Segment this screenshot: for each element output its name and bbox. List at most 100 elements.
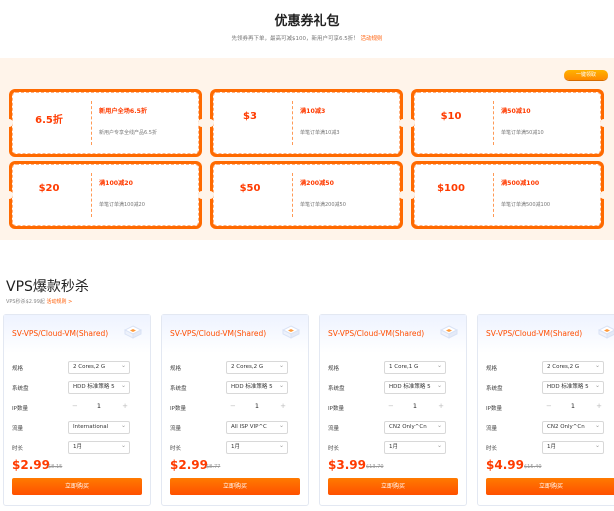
ip-label: IP数量: [486, 406, 502, 412]
disk-label: 系统盘: [486, 386, 503, 392]
ip-stepper: −1 +: [68, 401, 130, 414]
spec-select[interactable]: 2 Cores,2 G: [226, 361, 288, 374]
original-price: $8.77: [206, 464, 221, 470]
server-cube-icon: [440, 325, 458, 339]
traffic-row: 流量 CN2 Only^Cn: [328, 421, 458, 435]
ip-count[interactable]: 1: [542, 402, 604, 410]
product-card: SV-VPS/Cloud-VM(Shared) 规格 2 Cores,2 G 系统…: [477, 314, 614, 506]
coupon-divider: [493, 101, 494, 145]
vps-rules-link[interactable]: 活动规则 >: [47, 299, 73, 305]
coupon-card[interactable]: $10 满50减10 单笔订单满50减10: [407, 89, 608, 157]
duration-select[interactable]: 1月: [226, 441, 288, 454]
traffic-select[interactable]: CN2 Only^Cn: [542, 421, 604, 434]
ip-label: IP数量: [328, 406, 344, 412]
coupon-title: 满50减10: [501, 108, 531, 115]
hero-rules-link[interactable]: 活动规则: [360, 36, 382, 42]
coupon-title: 满100减20: [99, 180, 133, 187]
plus-icon[interactable]: +: [596, 402, 602, 410]
coupon-inner: [414, 164, 601, 226]
coupon-amount: $10: [440, 111, 462, 122]
product-card: SV-VPS/Cloud-VM(Shared) 规格 2 Cores,2 G 系统…: [161, 314, 309, 506]
coupon-card[interactable]: $3 满10减3 单笔订单满10减3: [206, 89, 407, 157]
spec-select[interactable]: 2 Cores,2 G: [542, 361, 604, 374]
ip-row: IP数量 −1 +: [328, 401, 458, 415]
duration-label: 时长: [328, 446, 340, 452]
traffic-select[interactable]: International: [68, 421, 130, 434]
spec-label: 规格: [486, 366, 498, 372]
ip-count[interactable]: 1: [226, 402, 288, 410]
server-cube-icon: [598, 325, 614, 339]
ip-row: IP数量 −1 +: [12, 401, 142, 415]
coupon-card[interactable]: $50 满200减50 单笔订单满200减50: [206, 161, 407, 229]
coupon-inner: [414, 92, 601, 154]
product-name: SV-VPS/Cloud-VM(Shared): [12, 329, 109, 338]
duration-select[interactable]: 1月: [542, 441, 604, 454]
coupon-desc: 单笔订单满50减10: [501, 130, 544, 136]
ip-row: IP数量 −1 +: [486, 401, 614, 415]
coupon-desc: 单笔订单满10减3: [300, 130, 340, 136]
vps-section-subtitle-text: VPS秒杀$2.99起: [6, 299, 45, 305]
hero-subtitle-text: 先领券再下单，最高可减$100，新用户可享6.5折！: [231, 36, 359, 42]
coupon-amount: $50: [239, 183, 261, 194]
original-price: $13.70: [366, 464, 384, 470]
disk-row: 系统盘 HDD 标准策略 5: [12, 381, 142, 395]
duration-select[interactable]: 1月: [384, 441, 446, 454]
spec-label: 规格: [170, 366, 182, 372]
buy-now-button[interactable]: 立即购买: [12, 478, 142, 495]
spec-label: 规格: [328, 366, 340, 372]
coupon-card[interactable]: $20 满100减20 单笔订单满100减20: [5, 161, 206, 229]
plus-icon[interactable]: +: [122, 402, 128, 410]
price: $3.99: [328, 458, 366, 472]
traffic-row: 流量 International: [12, 421, 142, 435]
coupon-notch: [198, 119, 206, 127]
disk-select[interactable]: HDD 标准策略 5: [384, 381, 446, 394]
coupon-notch: [399, 191, 407, 199]
duration-row: 时长 1月: [170, 441, 300, 455]
spec-select[interactable]: 2 Cores,2 G: [68, 361, 130, 374]
disk-select[interactable]: HDD 标准策略 5: [542, 381, 604, 394]
traffic-select[interactable]: CN2 Only^Cn: [384, 421, 446, 434]
disk-row: 系统盘 HDD 标准策略 5: [170, 381, 300, 395]
coupon-card[interactable]: 6.5折 新用户全场6.5折 新用户专享全线产品6.5折: [5, 89, 206, 157]
plus-icon[interactable]: +: [438, 402, 444, 410]
duration-label: 时长: [12, 446, 24, 452]
coupon-inner: [213, 164, 400, 226]
original-price: $15.40: [524, 464, 542, 470]
hero-title: 优惠券礼包: [274, 14, 340, 29]
plus-icon[interactable]: +: [280, 402, 286, 410]
spec-select[interactable]: 1 Core,1 G: [384, 361, 446, 374]
coupon-area: 一键领取 6.5折 新用户全场6.5折 新用户专享全线产品6.5折 $3 满10…: [0, 58, 614, 240]
buy-now-button[interactable]: 立即购买: [170, 478, 300, 495]
ip-stepper: −1 +: [384, 401, 446, 414]
ip-row: IP数量 −1 +: [170, 401, 300, 415]
disk-row: 系统盘 HDD 标准策略 5: [486, 381, 614, 395]
product-name: SV-VPS/Cloud-VM(Shared): [170, 329, 267, 338]
price: $2.99: [170, 458, 208, 472]
coupon-card[interactable]: $100 满500减100 单笔订单满500减100: [407, 161, 608, 229]
coupon-desc: 单笔订单满200减50: [300, 202, 346, 208]
coupon-divider: [292, 173, 293, 217]
coupon-desc: 单笔订单满100减20: [99, 202, 145, 208]
buy-now-button[interactable]: 立即购买: [328, 478, 458, 495]
duration-select[interactable]: 1月: [68, 441, 130, 454]
disk-select[interactable]: HDD 标准策略 5: [226, 381, 288, 394]
coupon-title: 满500减100: [501, 180, 540, 187]
ip-count[interactable]: 1: [384, 402, 446, 410]
traffic-row: 流量 All ISP VIP^C: [170, 421, 300, 435]
traffic-row: 流量 CN2 Only^Cn: [486, 421, 614, 435]
traffic-select[interactable]: All ISP VIP^C: [226, 421, 288, 434]
buy-now-button[interactable]: 立即购买: [486, 478, 614, 495]
ip-label: IP数量: [170, 406, 186, 412]
traffic-label: 流量: [170, 426, 182, 432]
vps-section-title: VPS爆款秒杀: [6, 279, 89, 295]
ip-count[interactable]: 1: [68, 402, 130, 410]
claim-all-button[interactable]: 一键领取: [564, 70, 608, 80]
coupon-divider: [493, 173, 494, 217]
ip-stepper: −1 +: [542, 401, 604, 414]
coupon-desc: 单笔订单满500减100: [501, 202, 551, 208]
duration-row: 时长 1月: [486, 441, 614, 455]
price: $4.99: [486, 458, 524, 472]
spec-row: 规格 2 Cores,2 G: [486, 361, 614, 375]
disk-select[interactable]: HDD 标准策略 5: [68, 381, 130, 394]
coupon-title: 满10减3: [300, 108, 326, 115]
